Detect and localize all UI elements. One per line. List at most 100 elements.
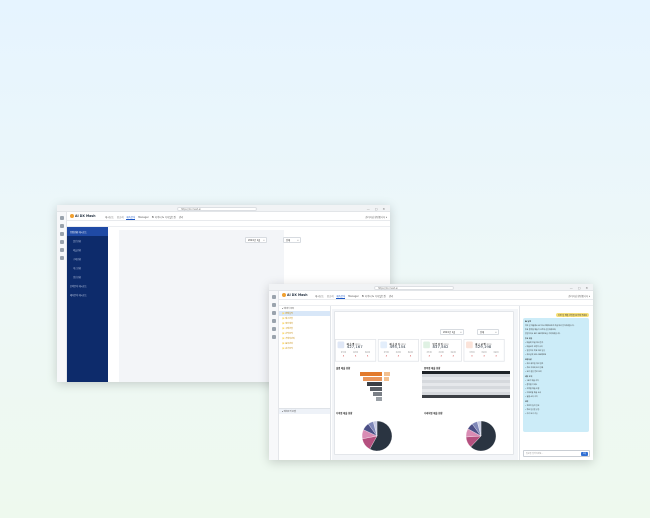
nav-tab[interactable]: 보고서 [117,216,124,219]
tree-folder[interactable]: 📁 원가분석 [279,346,330,351]
chevron-down-icon: ▾ [297,239,299,242]
funnel-bar [360,372,382,376]
window-controls[interactable]: — ▢ ✕ [367,207,387,211]
table-row [422,377,510,380]
table-header [422,371,510,374]
nav-tab[interactable]: Manager [138,216,148,219]
nav-tabs: 대시보드 보고서 예측분석 Manager BI 커넥터 & 디지털트윈 관리 [315,294,396,299]
address-bar[interactable]: https://dx.mash.ai [177,206,257,211]
funnel-bar [384,372,390,376]
nav-tab[interactable]: 대시보드 [315,295,324,298]
browser-titlebar: https://dx.mash.ai — ▢ ✕ [57,205,390,212]
money-icon [337,341,345,349]
section-title: 거래처별 매출 현황 [424,412,443,415]
kpi-value: 837,582 [432,345,449,350]
icon-rail [57,212,67,382]
app-header: AI DX Mash 대시보드 보고서 예측분석 Manager BI 커넥터 & 디지… [279,291,593,300]
menu-item[interactable]: 구매현황 [67,254,108,263]
period-select[interactable]: 2024년 1월 ▾ [245,237,267,243]
table-icon[interactable] [271,311,276,315]
menu-item[interactable]: 손익분석 대시보드 [67,281,108,290]
kpi-card[interactable]: 재 고 금 액 (백만원) 529,198 전월대비 전년대비 목표대비 ▲ ▲ ▲ [463,339,505,362]
send-button[interactable]: 전송 [581,452,588,456]
chart-icon[interactable] [59,224,64,228]
nav-tab[interactable]: 관리 [389,295,393,298]
nav-tab[interactable]: BI 커넥터 & 디지털트윈 [152,216,176,219]
sub-tabs: 종합현황 대시보드매출현황 [67,221,390,237]
user-icon[interactable] [271,335,276,339]
chart-icon[interactable] [271,303,276,307]
menu-item[interactable]: 재고현황 [67,263,108,272]
kpi-card[interactable]: 매 출 원 가 (백만원) 495,154 전월대비 전년대비 목표대비 ▲ ▲ ▲ [377,339,419,362]
report-icon[interactable] [59,248,64,252]
ai-chat-panel: 이번 달 매출 현황을 요약해 주세요 AI 답변 이번 달 매출액은 427,1… [519,306,593,460]
browser-titlebar: https://dx.mash.ai — ▢ ✕ [269,284,593,291]
user-menu[interactable]: 관리자님 환영합니다 ▾ [568,294,590,298]
chevron-down-icon: ▾ [460,331,462,334]
icon-rail [269,291,279,460]
nav-tabs: 대시보드 보고서 예측분석 Manager BI 커넥터 & 디지털트윈 관리 [105,215,186,220]
home-icon[interactable] [59,216,64,220]
logo-icon [282,293,286,297]
period-value: 2024년 1월 [443,331,456,334]
kpi-row: 매 출 액 (백만원) 427,167 전월대비 전년대비 목표대비 ▲ ▲ ▲ 매 출… [335,339,505,362]
answer-line: 영업이익은 837,582백만원을 기록하였습니다. [525,332,561,335]
company-select[interactable]: 전체 ▾ [477,329,499,335]
menu-item[interactable]: 생산현황 [67,272,108,281]
app-logo[interactable]: AI DX Mash [282,293,307,297]
table-row [422,389,510,392]
dashboard-window-front: https://dx.mash.ai — ▢ ✕ AI DX Mash 대시보드… [269,284,593,460]
address-bar[interactable]: https://dx.mash.ai [374,285,454,290]
user-menu[interactable]: 관리자님 환영합니다 ▾ [365,215,387,219]
table-row [422,392,510,395]
table-row [422,380,510,383]
funnel-chart-left [360,372,390,401]
table-row [422,383,510,386]
kpi-trend: ▲ [452,354,454,357]
data-tree: ▾ 데이터 목록 📁 판매실적 📁 재고현황 📁 생산계획 📁 구매현황 📁 손… [279,306,331,460]
tree-bottom-item[interactable]: ▸ 예측분석 모델 [279,408,330,414]
user-icon[interactable] [59,256,64,260]
kpi-compare-label: 전년대비 [481,351,487,354]
chart-up-icon [380,341,388,349]
report-icon[interactable] [271,327,276,331]
chat-input-placeholder: 질문을 입력하세요... [526,453,544,455]
kpi-compare-label: 목표대비 [407,351,414,354]
settings-icon[interactable] [59,240,64,244]
answer-line: • 추가 분석 가능 [525,412,538,415]
nav-tab[interactable]: 보고서 [327,295,334,298]
kpi-compare-label: 목표대비 [493,351,499,354]
menu-item[interactable]: 예측분석 대시보드 [67,290,108,299]
nav-tab[interactable]: 대시보드 [105,216,114,219]
settings-icon[interactable] [271,319,276,323]
nav-tab-active[interactable]: 예측분석 [336,295,346,299]
kpi-card[interactable]: 매 출 액 (백만원) 427,167 전월대비 전년대비 목표대비 ▲ ▲ ▲ [335,339,377,362]
nav-tab[interactable]: BI 커넥터 & 디지털트윈 [362,295,386,298]
table-icon[interactable] [59,232,64,236]
menu-item[interactable]: 매출현황 [67,245,108,254]
kpi-card[interactable]: 영 업 이 익 (백만원) 837,582 전월대비 전년대비 목표대비 ▲ ▲ ▲ [420,339,462,362]
company-select[interactable]: 전체 ▾ [283,237,301,243]
company-value: 전체 [286,239,291,242]
window-controls[interactable]: — ▢ ✕ [570,286,590,290]
menu-item[interactable]: 월간현황 [67,236,108,245]
app-title: AI DX Mash [287,293,308,297]
kpi-value: 427,167 [346,345,363,350]
ai-answer-bubble: AI 답변 이번 달 매출액은 427,167백만원으로 전월 대비 증가하였습니… [523,318,589,432]
section-title: 지역별 매출 현황 [336,412,353,415]
regional-pie-chart [361,420,393,452]
table-row [422,386,510,389]
home-icon[interactable] [271,295,276,299]
nav-tab[interactable]: 관리 [179,216,183,219]
kpi-trend: ▲ [440,354,442,357]
nav-tab-active[interactable]: 예측분석 [126,216,136,220]
answer-line: • 원가 절감 방안 모색 [525,370,542,373]
dashboard-area: 2024년 1월 ▾ 전체 ▾ [119,230,301,382]
period-select[interactable]: 2024년 1월 ▾ [440,329,464,335]
funnel-bar [367,382,382,386]
nav-tab[interactable]: Manager [348,295,358,298]
app-logo[interactable]: AI DX Mash [70,214,95,218]
menu-item[interactable]: 종합현황 대시보드 [67,227,108,236]
chat-input[interactable]: 질문을 입력하세요... 전송 [523,450,590,457]
kpi-compare-label: 목표대비 [364,351,371,354]
